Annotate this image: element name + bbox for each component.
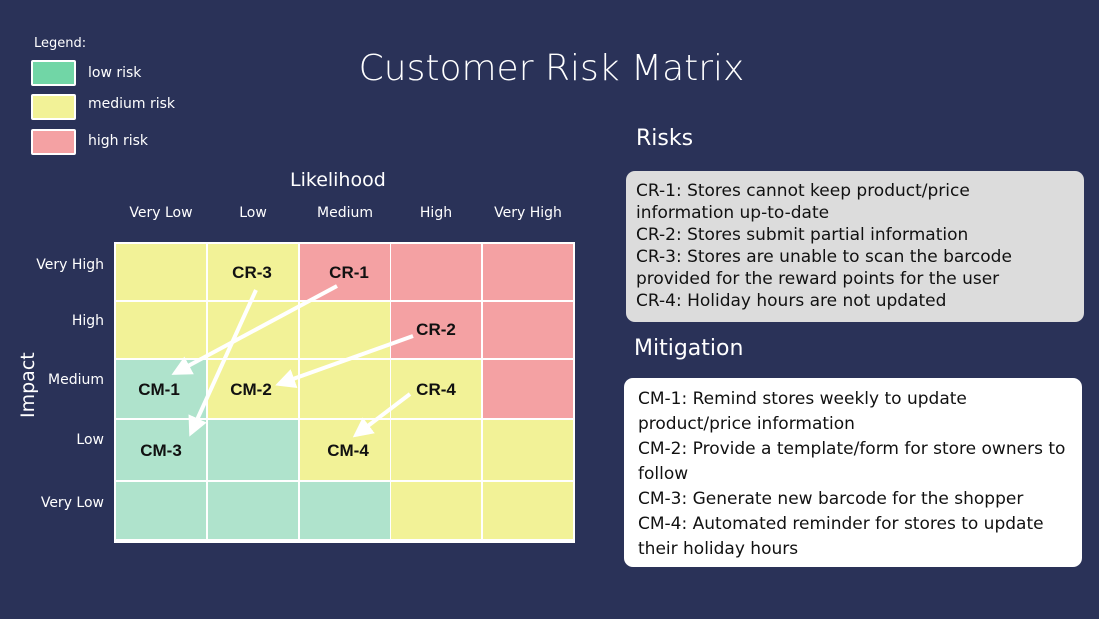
matrix-cell-medium [300,302,390,358]
legend-swatch-medium [31,94,76,120]
mitigation-line: CM-1: Remind stores weekly to update [638,389,967,409]
col-label-very-low: Very Low [129,205,193,221]
legend-label-medium: medium risk [88,96,176,112]
matrix-cell-high [391,244,481,300]
impact-axis-title: Impact [17,352,39,418]
risk-label-cr2: CR-2 [416,320,456,339]
mitigation-line: CM-2: Provide a template/form for store … [638,439,1066,459]
risk-line: information up-to-date [636,203,830,223]
matrix-cell-low [116,482,206,539]
matrix-cell-low [300,482,390,539]
matrix-cell-high [483,360,573,418]
row-label-low: Low [76,432,104,448]
risk-line: CR-1: Stores cannot keep product/price [636,181,970,201]
risk-label-cr3: CR-3 [232,263,272,282]
row-label-very-low: Very Low [40,495,104,511]
mitigation-label-cm4: CM-4 [327,441,369,460]
col-label-high: High [419,205,453,221]
likelihood-axis-title: Likelihood [290,169,386,191]
matrix-cell-high [483,302,573,358]
matrix-cell-low [208,482,298,539]
mitigation-line: product/price information [638,414,855,434]
mitigation-label-cm1: CM-1 [138,380,180,399]
risk-label-cr1: CR-1 [329,263,369,282]
risk-line: CR-4: Holiday hours are not updated [636,291,947,311]
mitigation-line: CM-3: Generate new barcode for the shopp… [638,489,1024,509]
risk-line: provided for the reward points for the u… [636,269,1000,289]
legend-label-low: low risk [88,65,142,81]
risk-line: CR-3: Stores are unable to scan the barc… [636,247,1012,267]
matrix-cell-medium [208,302,298,358]
mitigation-label-cm3: CM-3 [140,441,182,460]
matrix-cell-low [208,420,298,480]
legend-label-high: high risk [88,133,149,149]
mitigation-line: follow [638,464,689,484]
mitigation-heading: Mitigation [634,336,744,361]
risk-line: CR-2: Stores submit partial information [636,225,969,245]
page-title: Customer Risk Matrix [358,48,745,89]
mitigation-panel: CM-1: Remind stores weekly to update pro… [624,378,1082,567]
matrix-cell-medium [391,420,481,480]
legend-swatch-low [31,60,76,86]
mitigation-label-cm2: CM-2 [230,380,272,399]
row-label-high: High [71,313,104,329]
legend-swatch-high [31,129,76,155]
col-label-very-high: Very High [494,205,562,221]
col-label-medium: Medium [317,205,373,221]
risks-heading: Risks [636,126,694,151]
matrix-cell-medium [116,302,206,358]
risks-panel: CR-1: Stores cannot keep product/price i… [626,171,1084,322]
matrix-cell-medium [116,244,206,300]
matrix-cell-medium [483,482,573,539]
row-label-medium: Medium [48,372,104,388]
mitigation-line: CM-4: Automated reminder for stores to u… [638,514,1044,534]
matrix-cell-high [483,244,573,300]
matrix-cell-medium [483,420,573,480]
mitigation-line: their holiday hours [638,539,799,559]
row-label-very-high: Very High [36,257,104,273]
col-label-low: Low [239,205,267,221]
matrix-cell-medium [391,482,481,539]
legend-title: Legend: [34,36,87,51]
risk-matrix-grid [114,242,575,543]
risk-label-cr4: CR-4 [416,380,456,399]
matrix-cell-medium [300,360,390,418]
